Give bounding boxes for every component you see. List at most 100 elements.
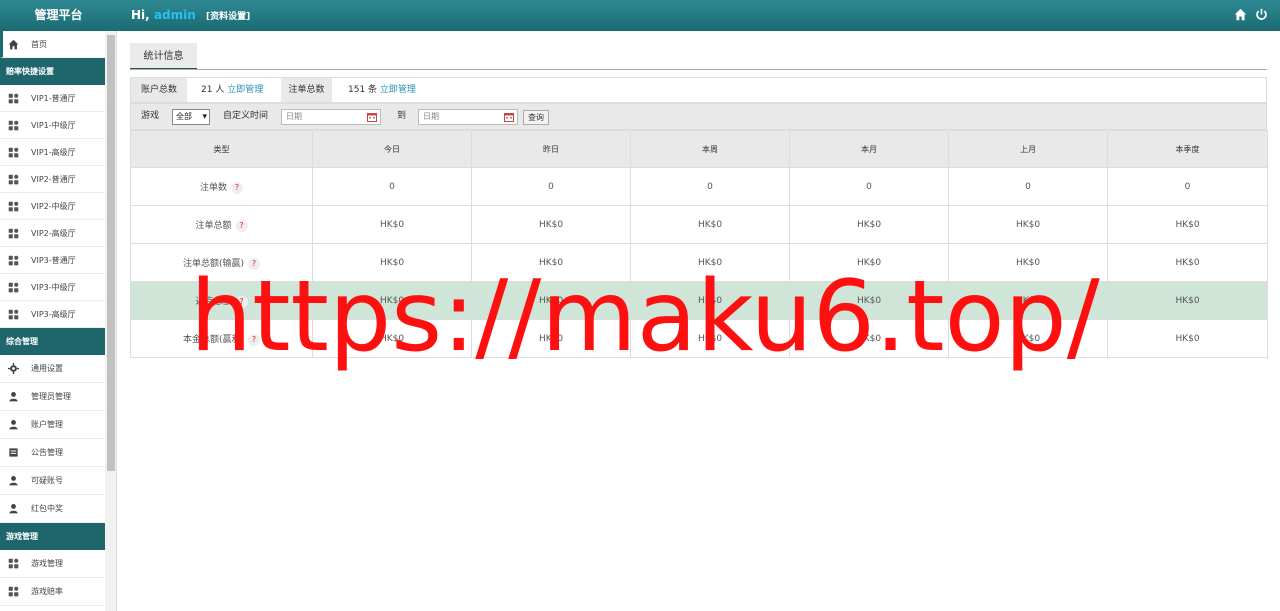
sidebar-item-label: VIP3-高级厅 [31, 310, 76, 319]
sidebar-item[interactable]: VIP2-中级厅 [0, 193, 105, 220]
custom-time-label: 自定义时间 [223, 111, 269, 121]
scrollbar-thumb[interactable] [107, 35, 115, 471]
table-cell: 0 [630, 167, 790, 206]
grid-icon [8, 93, 19, 104]
sidebar-item[interactable]: 游戏管理 [0, 550, 105, 578]
sidebar-item[interactable]: 通用设置 [0, 355, 105, 383]
table-cell: 0 [789, 167, 949, 206]
row-label-cell: 注单总额? [130, 205, 313, 244]
sidebar-item-label: VIP3-普通厅 [31, 256, 76, 265]
sidebar-item-label: 可疑账号 [31, 476, 63, 485]
document-icon [9, 448, 18, 457]
brand-title: 管理平台 [34, 8, 83, 22]
sidebar-item[interactable]: 游戏赔率 [0, 578, 105, 606]
grid-icon [8, 558, 19, 569]
table-cell: HK$0 [1107, 205, 1268, 244]
table-header-cell: 昨日 [471, 130, 631, 168]
query-button[interactable]: 查询 [523, 110, 549, 125]
profile-settings-link[interactable]: [资料设置] [206, 12, 250, 22]
calendar-icon[interactable] [367, 112, 377, 122]
accounts-value: 21 人 立即管理 [201, 78, 263, 102]
sidebar-item-label: VIP2-高级厅 [31, 229, 76, 238]
table-header-cell: 今日 [312, 130, 472, 168]
grid-icon [8, 174, 19, 185]
calendar-icon[interactable] [504, 112, 514, 122]
table-cell: HK$0 [312, 205, 472, 244]
sidebar-section-header[interactable]: 综合管理 [0, 328, 105, 355]
top-bar: 管理平台 Hi, admin [资料设置] [0, 0, 1280, 31]
sidebar-item[interactable]: 账户管理 [0, 411, 105, 439]
sidebar-item[interactable]: VIP1-高级厅 [0, 139, 105, 166]
sidebar-item[interactable]: 红包中奖 [0, 495, 105, 523]
game-select[interactable]: 全部 [172, 109, 210, 125]
sidebar-item-label: 红包中奖 [31, 504, 63, 513]
table-cell: HK$0 [1107, 281, 1268, 320]
sidebar-item-label: VIP3-中级厅 [31, 283, 76, 292]
sidebar: 首页 赔率快捷设置 VIP1-普通厅 VIP1-中级厅 VIP1-高级厅 VIP2-普通… [0, 31, 117, 611]
sidebar-item[interactable]: VIP3-中级厅 [0, 274, 105, 301]
sidebar-item[interactable]: VIP1-普通厅 [0, 85, 105, 112]
sidebar-item-label: 首页 [31, 40, 47, 49]
user-icon [9, 392, 18, 402]
sidebar-scrollbar[interactable] [105, 31, 116, 611]
sidebar-item-label: VIP1-高级厅 [31, 148, 76, 157]
table-cell: 0 [1107, 167, 1268, 206]
user-icon [9, 476, 18, 486]
game-label: 游戏 [141, 111, 160, 121]
table-row: 注单总额? HK$0 HK$0 HK$0 HK$0 HK$0 HK$0 [130, 205, 1268, 244]
sidebar-item[interactable]: VIP2-普通厅 [0, 166, 105, 193]
sidebar-item[interactable]: VIP2-高级厅 [0, 220, 105, 247]
sidebar-item-label: 通用设置 [31, 364, 63, 373]
table-row: 注单数? 0 0 0 0 0 0 [130, 167, 1268, 206]
summary-row: 账户总数 21 人 立即管理 注单总数 151 条 立即管理 [130, 77, 1267, 103]
power-icon[interactable] [1255, 8, 1268, 21]
sidebar-item[interactable]: 管理员管理 [0, 383, 105, 411]
sidebar-item[interactable]: VIP3-高级厅 [0, 301, 105, 328]
table-cell: 0 [312, 167, 472, 206]
sidebar-item-label: 管理员管理 [31, 392, 71, 401]
orders-manage-link[interactable]: 立即管理 [380, 85, 416, 95]
home-icon [8, 39, 19, 50]
table-header-cell: 类型 [130, 130, 313, 168]
sidebar-section-header[interactable]: 游戏管理 [0, 523, 105, 550]
user-icon [9, 504, 18, 514]
watermark-text: https://maku6.top/ [190, 260, 1100, 374]
grid-icon [8, 282, 19, 293]
greeting: Hi, admin [资料设置] [131, 0, 250, 31]
sidebar-section-header[interactable]: 赔率快捷设置 [0, 58, 105, 85]
username: admin [153, 8, 196, 22]
table-cell: HK$0 [789, 205, 949, 244]
orders-value: 151 条 立即管理 [348, 78, 416, 102]
help-icon[interactable]: ? [235, 219, 248, 232]
accounts-manage-link[interactable]: 立即管理 [227, 85, 263, 95]
row-label: 注单数 [199, 182, 227, 193]
sidebar-item[interactable]: 可疑账号 [0, 467, 105, 495]
tab-statistics[interactable]: 统计信息 [130, 43, 197, 70]
grid-icon [8, 120, 19, 131]
sidebar-item[interactable]: VIP3-普通厅 [0, 247, 105, 274]
orders-count: 151 条 [348, 85, 378, 95]
sidebar-item-home[interactable]: 首页 [0, 31, 105, 58]
start-date-placeholder: 日期 [286, 112, 302, 121]
greeting-text: Hi, [131, 8, 150, 22]
gear-icon [8, 363, 19, 374]
orders-label: 注单总数 [281, 78, 332, 102]
sidebar-item-label: VIP2-普通厅 [31, 175, 76, 184]
table-header-cell: 本季度 [1107, 130, 1268, 168]
grid-icon [8, 255, 19, 266]
end-date-input[interactable]: 日期 [418, 109, 518, 125]
sidebar-item-label: VIP1-普通厅 [31, 94, 76, 103]
row-label: 注单总额 [195, 220, 232, 231]
table-cell: HK$0 [1107, 319, 1268, 358]
help-icon[interactable]: ? [231, 181, 243, 194]
sidebar-item[interactable]: 公告管理 [0, 439, 105, 467]
end-date-placeholder: 日期 [423, 112, 439, 121]
home-icon[interactable] [1234, 8, 1247, 21]
sidebar-item[interactable]: VIP1-中级厅 [0, 112, 105, 139]
table-header-cell: 上月 [948, 130, 1108, 168]
start-date-input[interactable]: 日期 [281, 109, 381, 125]
grid-icon [8, 309, 19, 320]
grid-icon [8, 586, 19, 597]
tab-divider [130, 69, 1267, 70]
table-header-cell: 本月 [789, 130, 949, 168]
